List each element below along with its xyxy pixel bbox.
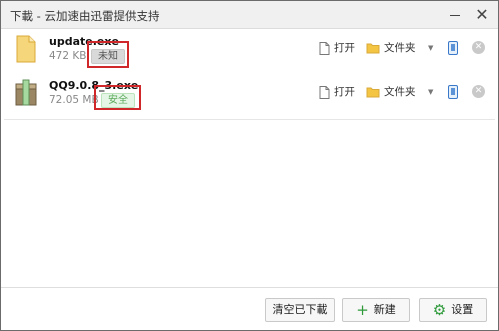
folder-label: 文件夹 bbox=[384, 86, 416, 98]
send-to-phone-icon[interactable] bbox=[448, 85, 458, 99]
file-size: 472 KB bbox=[49, 50, 87, 62]
highlight-box bbox=[87, 41, 129, 68]
chevron-down-icon[interactable]: ▼ bbox=[428, 83, 433, 101]
folder-label: 文件夹 bbox=[384, 42, 416, 54]
settings-label: 设置 bbox=[451, 303, 474, 316]
title-bar: 下載 - 云加速由迅雷提供支持 ✕ bbox=[1, 1, 498, 29]
footer-bar: 清空已下載 + 新建 ⚙ 设置 bbox=[1, 287, 498, 330]
download-item[interactable]: update.exe 472 KB 未知 打开 文件夹 ▼ ✕ bbox=[4, 30, 495, 76]
open-folder-button[interactable]: 文件夹 bbox=[366, 39, 416, 57]
remove-item-icon[interactable]: ✕ bbox=[472, 85, 485, 98]
minimize-button[interactable] bbox=[446, 6, 464, 24]
open-label: 打开 bbox=[334, 42, 355, 54]
open-folder-button[interactable]: 文件夹 bbox=[366, 83, 416, 101]
send-to-phone-icon[interactable] bbox=[448, 41, 458, 55]
open-file-button[interactable]: 打开 bbox=[319, 83, 355, 101]
close-button[interactable]: ✕ bbox=[473, 6, 491, 24]
document-icon bbox=[319, 41, 330, 55]
open-label: 打开 bbox=[334, 86, 355, 98]
qq-installer-icon bbox=[15, 79, 37, 107]
exe-file-icon bbox=[15, 35, 37, 63]
chevron-down-icon[interactable]: ▼ bbox=[428, 39, 433, 57]
window-title: 下載 - 云加速由迅雷提供支持 bbox=[10, 9, 160, 23]
clear-downloads-button[interactable]: 清空已下載 bbox=[265, 298, 335, 322]
file-size: 72.05 MB bbox=[49, 94, 99, 106]
download-window: 下載 - 云加速由迅雷提供支持 ✕ update.exe 472 KB 未知 打… bbox=[0, 0, 499, 331]
document-icon bbox=[319, 85, 330, 99]
highlight-box bbox=[94, 85, 141, 110]
open-file-button[interactable]: 打开 bbox=[319, 39, 355, 57]
new-download-button[interactable]: + 新建 bbox=[342, 298, 410, 322]
remove-item-icon[interactable]: ✕ bbox=[472, 41, 485, 54]
settings-button[interactable]: ⚙ 设置 bbox=[419, 298, 487, 322]
gear-icon: ⚙ bbox=[432, 301, 447, 319]
folder-icon bbox=[366, 43, 380, 54]
new-label: 新建 bbox=[373, 303, 396, 316]
plus-icon: + bbox=[356, 301, 369, 319]
download-item[interactable]: QQ9.0.8_3.exe 72.05 MB 安全 打开 文件夹 ▼ ✕ bbox=[4, 74, 495, 120]
folder-icon bbox=[366, 87, 380, 98]
